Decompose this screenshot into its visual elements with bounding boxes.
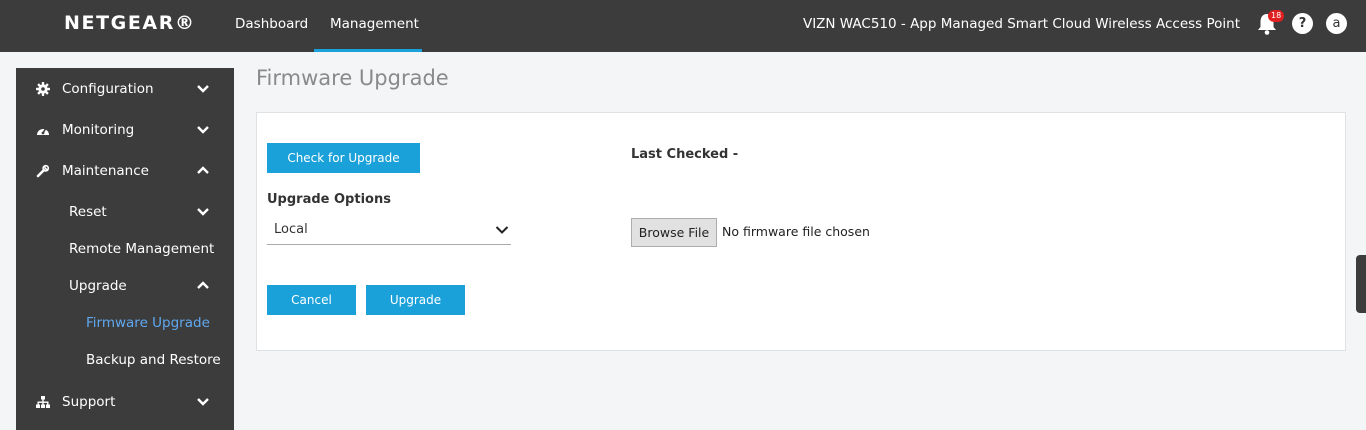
chevron-down-icon — [197, 398, 209, 406]
tab-management[interactable]: Management — [314, 0, 422, 52]
netgear-logo[interactable]: NETGEAR® — [64, 12, 196, 34]
cancel-button[interactable]: Cancel — [267, 285, 356, 315]
upgrade-button[interactable]: Upgrade — [366, 285, 465, 315]
last-checked-label: Last Checked - — [631, 147, 739, 162]
sidebar-item-remote-management[interactable]: Remote Management — [16, 233, 234, 265]
sidebar-item-monitoring[interactable]: Monitoring — [16, 114, 234, 146]
side-panel-handle[interactable] — [1356, 255, 1366, 313]
user-avatar-button[interactable]: a — [1326, 13, 1347, 34]
sidebar-item-label: Upgrade — [69, 278, 127, 294]
sidebar-item-support[interactable]: Support — [16, 386, 234, 418]
gear-icon — [36, 82, 50, 96]
chevron-up-icon — [197, 166, 209, 174]
dashboard-gauge-icon — [37, 127, 49, 135]
sidebar-item-label: Monitoring — [62, 122, 135, 138]
chevron-down-icon — [495, 226, 509, 234]
wrench-icon — [36, 164, 50, 178]
sidebar-item-label: Firmware Upgrade — [86, 315, 210, 331]
upgrade-options-label: Upgrade Options — [267, 192, 391, 207]
sidebar-item-label: Maintenance — [62, 163, 149, 179]
tab-dashboard[interactable]: Dashboard — [219, 0, 324, 52]
sidebar-item-firmware-upgrade[interactable]: Firmware Upgrade — [16, 307, 234, 339]
sidebar-item-label: Reset — [69, 204, 107, 220]
browse-file-button[interactable]: Browse File — [631, 218, 717, 247]
sidebar-item-label: Configuration — [62, 81, 154, 97]
chevron-down-icon — [197, 208, 209, 216]
firmware-upgrade-panel: Check for Upgrade Last Checked - Upgrade… — [256, 112, 1346, 351]
sidebar: Configuration Monitoring Maintenance Res… — [16, 68, 234, 430]
chevron-down-icon — [197, 85, 209, 93]
sitemap-icon — [36, 396, 50, 408]
file-status-text: No firmware file chosen — [722, 224, 870, 239]
page-title: Firmware Upgrade — [256, 66, 449, 90]
check-for-upgrade-button[interactable]: Check for Upgrade — [267, 143, 420, 173]
sidebar-item-upgrade[interactable]: Upgrade — [16, 270, 234, 302]
help-button[interactable]: ? — [1292, 13, 1313, 34]
sidebar-item-reset[interactable]: Reset — [16, 196, 234, 228]
top-navigation-bar: NETGEAR® Dashboard Management VIZN WAC51… — [0, 0, 1366, 52]
chevron-up-icon — [197, 281, 209, 289]
sidebar-item-label: Support — [62, 394, 116, 410]
sidebar-item-label: Backup and Restore — [86, 352, 221, 368]
chevron-down-icon — [197, 126, 209, 134]
upgrade-options-value: Local — [274, 222, 308, 237]
sidebar-item-configuration[interactable]: Configuration — [16, 73, 234, 105]
notification-count-badge: 18 — [1268, 10, 1285, 22]
device-title: VIZN WAC510 - App Managed Smart Cloud Wi… — [802, 16, 1240, 32]
sidebar-item-label: Remote Management — [69, 241, 215, 257]
sidebar-item-backup-restore[interactable]: Backup and Restore — [16, 344, 234, 376]
sidebar-item-maintenance[interactable]: Maintenance — [16, 155, 234, 187]
upgrade-options-select[interactable]: Local — [267, 216, 511, 245]
